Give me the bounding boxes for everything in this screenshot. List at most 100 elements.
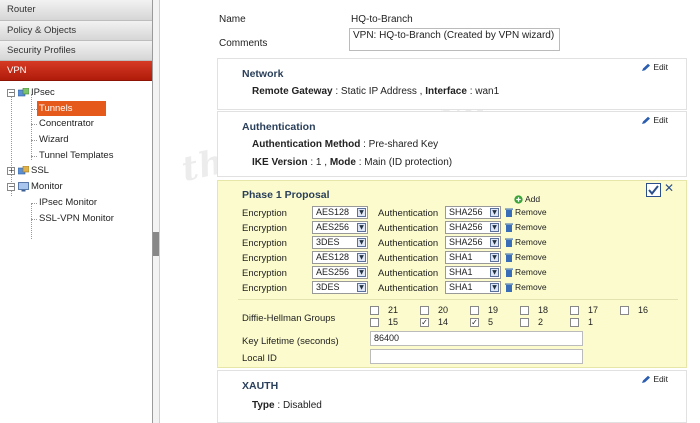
tree-item-tunnel-templates[interactable]: Tunnel Templates: [0, 148, 152, 164]
edit-label: Edit: [653, 115, 668, 125]
comments-field[interactable]: VPN: HQ-to-Branch (Created by VPN wizard…: [349, 28, 560, 51]
interface-value: : wan1: [469, 86, 500, 97]
dh-group-number: 15: [388, 317, 399, 327]
remove-proposal-button[interactable]: Remove: [505, 252, 547, 262]
divider: [238, 299, 678, 300]
pencil-icon: [642, 63, 651, 71]
remote-gateway-label: Remote Gateway: [252, 86, 333, 97]
trash-icon: [505, 268, 513, 277]
nav-security-profiles[interactable]: Security Profiles: [0, 41, 152, 61]
cancel-close-icon[interactable]: ✕: [664, 181, 674, 195]
tree-connector: [31, 218, 37, 220]
edit-label: Edit: [653, 374, 668, 384]
dh-group-number: 17: [588, 305, 599, 315]
tree-connector: [31, 155, 37, 157]
dh-group-checkbox[interactable]: ✓: [470, 318, 479, 327]
tree-item-ipsec-monitor[interactable]: IPsec Monitor: [0, 195, 152, 211]
dh-group-checkbox[interactable]: [420, 306, 429, 315]
tree-label: Tunnel Templates: [39, 149, 114, 161]
dropdown-arrow-icon: ▼: [357, 223, 366, 232]
tree-item-ssl[interactable]: + SSL: [0, 163, 152, 179]
trash-icon: [505, 283, 513, 292]
tree-item-sslvpn-monitor[interactable]: SSL-VPN Monitor: [0, 211, 152, 227]
splitter-handle-icon[interactable]: [153, 232, 159, 256]
dh-group-number: 18: [538, 305, 549, 315]
authentication-select[interactable]: SHA1 ▼: [445, 281, 501, 294]
remove-proposal-button[interactable]: Remove: [505, 267, 547, 277]
edit-label: Edit: [653, 62, 668, 72]
apply-button[interactable]: [646, 183, 661, 197]
tree-item-concentrator[interactable]: Concentrator: [0, 116, 152, 132]
collapse-toggle-icon[interactable]: −: [7, 89, 15, 97]
dh-group-number: 14: [438, 317, 449, 327]
tree-connector: [31, 202, 37, 204]
remove-label: Remove: [515, 207, 547, 217]
tree-item-wizard[interactable]: Wizard: [0, 132, 152, 148]
nav-router[interactable]: Router: [0, 0, 152, 21]
mode-value: : Main (ID protection): [358, 157, 453, 168]
tree-label: IPsec Monitor: [39, 196, 98, 208]
dh-group-checkbox[interactable]: [570, 318, 579, 327]
authentication-edit-button[interactable]: Edit: [641, 115, 668, 125]
dh-group-checkbox[interactable]: [520, 318, 529, 327]
nav-vpn[interactable]: VPN: [0, 61, 152, 81]
dh-group-checkbox[interactable]: ✓: [420, 318, 429, 327]
tree-label: Concentrator: [39, 118, 94, 130]
nav-policy-objects[interactable]: Policy & Objects: [0, 21, 152, 41]
authentication-panel: Authentication Edit Authentication Metho…: [217, 111, 687, 177]
proposal-row: Encryption AES128 ▼ Authentication SHA256…: [242, 206, 547, 221]
encryption-select[interactable]: AES256 ▼: [312, 266, 368, 279]
remove-proposal-button[interactable]: Remove: [505, 237, 547, 247]
encryption-select[interactable]: 3DES ▼: [312, 236, 368, 249]
select-value: SHA1: [449, 252, 473, 262]
encryption-select[interactable]: AES128 ▼: [312, 251, 368, 264]
encryption-select[interactable]: 3DES ▼: [312, 281, 368, 294]
remove-proposal-button[interactable]: Remove: [505, 222, 547, 232]
tree-item-monitor[interactable]: − Monitor: [0, 179, 152, 195]
tree-item-tunnels[interactable]: Tunnels: [0, 100, 152, 117]
authentication-select[interactable]: SHA1 ▼: [445, 251, 501, 264]
dh-group-number: 21: [388, 305, 399, 315]
authentication-select[interactable]: SHA256 ▼: [445, 206, 501, 219]
encryption-select[interactable]: AES128 ▼: [312, 206, 368, 219]
dh-group-checkbox[interactable]: [570, 306, 579, 315]
dh-group-number: 5: [488, 317, 494, 327]
collapse-toggle-icon[interactable]: −: [7, 183, 15, 192]
dh-group-checkbox[interactable]: [370, 318, 379, 327]
select-value: SHA1: [449, 267, 473, 277]
local-id-label: Local ID: [242, 353, 277, 364]
key-lifetime-input[interactable]: 86400: [370, 331, 583, 346]
dh-group-checkbox[interactable]: [620, 306, 629, 315]
xauth-panel: XAUTH Edit Type : Disabled: [217, 370, 687, 423]
encryption-select[interactable]: AES256 ▼: [312, 221, 368, 234]
dh-group-checkbox[interactable]: [520, 306, 529, 315]
proposal-row: Encryption AES256 ▼ Authentication SHA1 ▼ …: [242, 266, 547, 281]
tree-item-ipsec[interactable]: − IPsec: [0, 85, 152, 101]
dh-group-checkbox[interactable]: [370, 306, 379, 315]
dropdown-arrow-icon: ▼: [490, 208, 499, 217]
pencil-icon: [642, 375, 651, 383]
ssl-folder-icon: [18, 166, 29, 175]
tree-label: Tunnels: [37, 100, 107, 117]
proposal-row: Encryption AES256 ▼ Authentication SHA256…: [242, 221, 547, 236]
encryption-label: Encryption: [242, 223, 287, 234]
authentication-select[interactable]: SHA256 ▼: [445, 221, 501, 234]
select-value: AES128: [316, 252, 350, 262]
local-id-input[interactable]: [370, 349, 583, 364]
trash-icon: [505, 223, 513, 232]
sidebar-splitter[interactable]: [153, 0, 160, 423]
interface-label: Interface: [425, 86, 467, 97]
network-title: Network: [242, 68, 284, 80]
network-edit-button[interactable]: Edit: [641, 62, 668, 72]
authentication-select[interactable]: SHA1 ▼: [445, 266, 501, 279]
xauth-edit-button[interactable]: Edit: [641, 374, 668, 384]
remove-proposal-button[interactable]: Remove: [505, 282, 547, 292]
remove-label: Remove: [515, 252, 547, 262]
add-proposal-button[interactable]: Add: [514, 194, 540, 204]
remove-proposal-button[interactable]: Remove: [505, 207, 547, 217]
authentication-select[interactable]: SHA256 ▼: [445, 236, 501, 249]
tree-connector: [31, 124, 37, 126]
expand-toggle-icon[interactable]: +: [7, 167, 15, 176]
dh-group-checkbox[interactable]: [470, 306, 479, 315]
auth-method-value: : Pre-shared Key: [363, 139, 439, 150]
